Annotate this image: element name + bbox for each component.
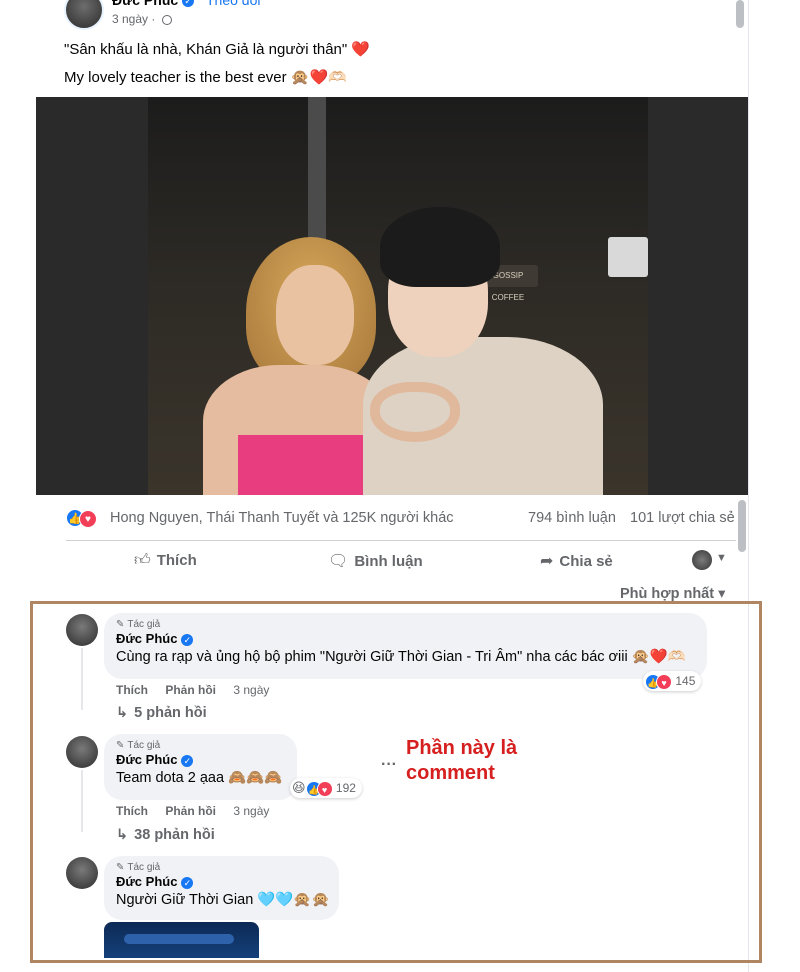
comment-avatar[interactable] — [66, 857, 98, 889]
verified-icon: ✓ — [182, 0, 195, 8]
comments-count[interactable]: 794 bình luận — [528, 510, 616, 526]
verified-icon: ✓ — [181, 876, 194, 889]
reply-arrow-icon: ↳ — [116, 827, 129, 843]
comment-text: Cùng ra rạp và ủng hộ bộ phim "Người Giữ… — [116, 649, 686, 665]
view-replies-link[interactable]: ↳ 5 phản hồi — [116, 705, 207, 721]
reactors-text[interactable]: Hong Nguyen, Thái Thanh Tuyết và 125K ng… — [110, 510, 454, 526]
love-reaction-icon: ♥ — [79, 510, 97, 528]
reply-arrow-icon: ↳ — [116, 705, 129, 721]
comment-avatar[interactable] — [66, 614, 98, 646]
comment-button[interactable]: 🗨︎ Bình luận — [328, 551, 423, 571]
post-header: Đức Phúc✓ Theo dõi 3 ngày · ••• — [64, 0, 744, 36]
comment-like-link[interactable]: Thích — [116, 683, 148, 697]
verified-icon: ✓ — [181, 754, 194, 767]
comment-options-icon[interactable]: ··· — [381, 756, 397, 774]
photo-woman-face — [276, 265, 354, 365]
comment-reaction-count[interactable]: 😆 👍 ♥ 192 — [290, 778, 362, 798]
comment-author[interactable]: Đức Phúc ✓ — [116, 874, 327, 889]
author-tag: ✎ Tác giả — [116, 862, 161, 873]
pen-icon: ✎ — [116, 862, 125, 873]
thread-line — [81, 770, 83, 832]
comment-actions: Thích Phản hồi 3 ngày — [116, 804, 283, 818]
more-options-icon[interactable]: ••• — [720, 0, 744, 9]
divider — [66, 540, 736, 541]
comment-author[interactable]: Đức Phúc ✓ — [116, 631, 695, 646]
comment-like-link[interactable]: Thích — [116, 804, 148, 818]
author-name[interactable]: Đức Phúc ✓ — [112, 0, 195, 8]
globe-icon — [161, 14, 172, 25]
love-reaction-icon: ♥ — [316, 780, 333, 797]
post-caption-line-1: "Sân khấu là nhà, Khán Giả là người thân… — [64, 41, 371, 58]
media-glow — [124, 934, 234, 944]
verified-icon: ✓ — [181, 633, 194, 646]
comment-text: Người Giữ Thời Gian 🩵🩵🙊🙊 — [116, 892, 330, 908]
haha-reaction-icon: 😆 — [292, 780, 306, 795]
annotation-line-2: comment — [406, 762, 495, 784]
share-icon: ➦ — [540, 553, 554, 570]
comment-reply-link[interactable]: Phản hồi — [165, 683, 216, 697]
thread-line — [81, 648, 83, 710]
author-tag: ✎ Tác giả — [116, 740, 161, 751]
view-replies-link[interactable]: ↳ 38 phản hồi — [116, 827, 215, 843]
scrollbar-thumb-2[interactable] — [738, 500, 746, 552]
comment-bubble: ✎ Tác giả Đức Phúc ✓ Người Giữ Thời Gian 🩵… — [104, 856, 339, 920]
post-caption-line-2: My lovely teacher is the best ever 🙊❤️🫶🏻 — [64, 69, 347, 86]
annotation-note: Phần này là comment — [406, 736, 517, 786]
comment-author[interactable]: Đức Phúc ✓ — [116, 752, 285, 767]
comment-reaction-count[interactable]: 👍 ♥ 145 — [643, 671, 702, 691]
profile-selector-avatar[interactable] — [692, 550, 712, 570]
comment-time[interactable]: 3 ngày — [233, 804, 269, 818]
author-avatar[interactable] — [64, 0, 104, 30]
thumbs-up-icon: 👍︎ — [134, 552, 151, 569]
post-actions: 👍︎ Thích 🗨︎ Bình luận ➦ Chia sẻ ▼ — [66, 548, 736, 576]
pen-icon: ✎ — [116, 740, 125, 751]
pen-icon: ✎ — [116, 619, 125, 630]
love-reaction-icon: ♥ — [656, 673, 672, 690]
chevron-down-icon[interactable]: ▼ — [716, 552, 727, 564]
comment-text: Team dota 2 ạaa 🙈🙈🙈 — [116, 770, 283, 786]
comment-time[interactable]: 3 ngày — [233, 683, 269, 697]
comment-sort-dropdown[interactable]: Phù hợp nhất ▾ — [620, 586, 725, 602]
comment-reply-link[interactable]: Phản hồi — [165, 804, 216, 818]
reaction-icons[interactable]: 👍 ♥ — [66, 509, 97, 528]
comment-actions: Thích Phản hồi 3 ngày — [116, 683, 283, 697]
reactions-summary: 👍 ♥ Hong Nguyen, Thái Thanh Tuyết và 125K… — [66, 508, 736, 530]
photo-heart-hands — [370, 382, 460, 442]
photo-man-hair — [380, 207, 500, 287]
photo-image: GOSSIP COFFEE — [148, 97, 648, 495]
post-time[interactable]: 3 ngày · — [112, 12, 172, 26]
post-photo[interactable]: GOSSIP COFFEE — [36, 97, 748, 495]
share-button[interactable]: ➦ Chia sẻ — [540, 551, 613, 571]
shares-count[interactable]: 101 lượt chia sẻ — [630, 510, 735, 526]
follow-link[interactable]: Theo dõi — [206, 0, 260, 8]
annotation-line-1: Phần này là — [406, 737, 518, 759]
comment-media-thumbnail[interactable] — [104, 922, 259, 958]
author-tag: ✎ Tác giả — [116, 619, 161, 630]
comment-bubble: ✎ Tác giả Đức Phúc ✓ Cùng ra rạp và ủng hộ… — [104, 613, 707, 679]
comment-avatar[interactable] — [66, 736, 98, 768]
photo-air-conditioner — [608, 237, 648, 277]
like-button[interactable]: 👍︎ Thích — [134, 551, 197, 570]
comment-icon: 🗨︎ — [328, 553, 349, 570]
comment-bubble: ✎ Tác giả Đức Phúc ✓ Team dota 2 ạaa 🙈🙈🙈 — [104, 734, 297, 800]
